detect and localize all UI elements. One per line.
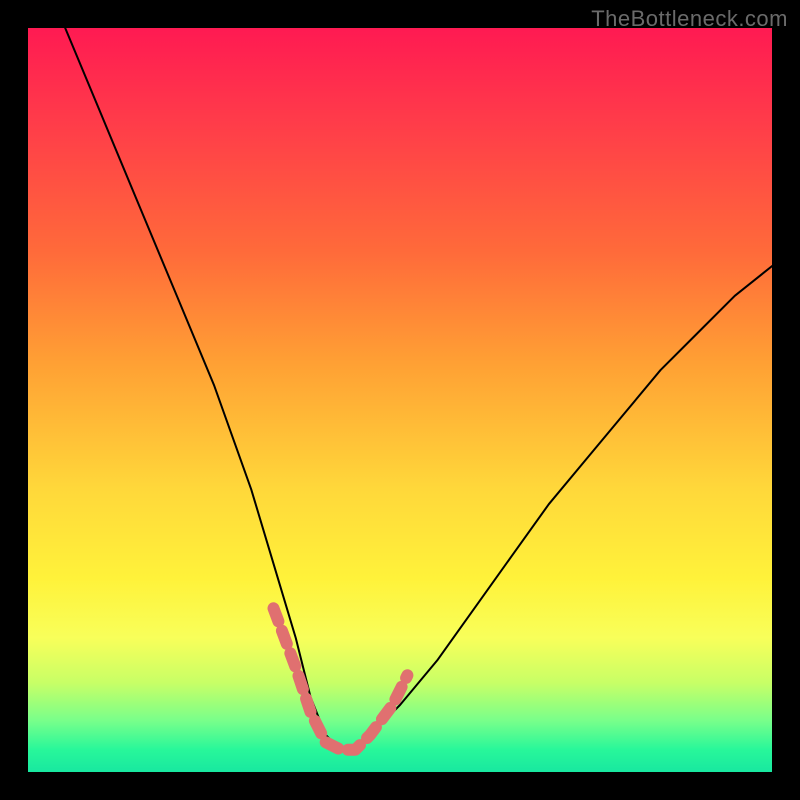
chart-frame: TheBottleneck.com — [0, 0, 800, 800]
plot-area — [28, 28, 772, 772]
watermark-text: TheBottleneck.com — [591, 6, 788, 32]
curve-layer — [28, 28, 772, 772]
bottleneck-curve — [65, 28, 772, 750]
